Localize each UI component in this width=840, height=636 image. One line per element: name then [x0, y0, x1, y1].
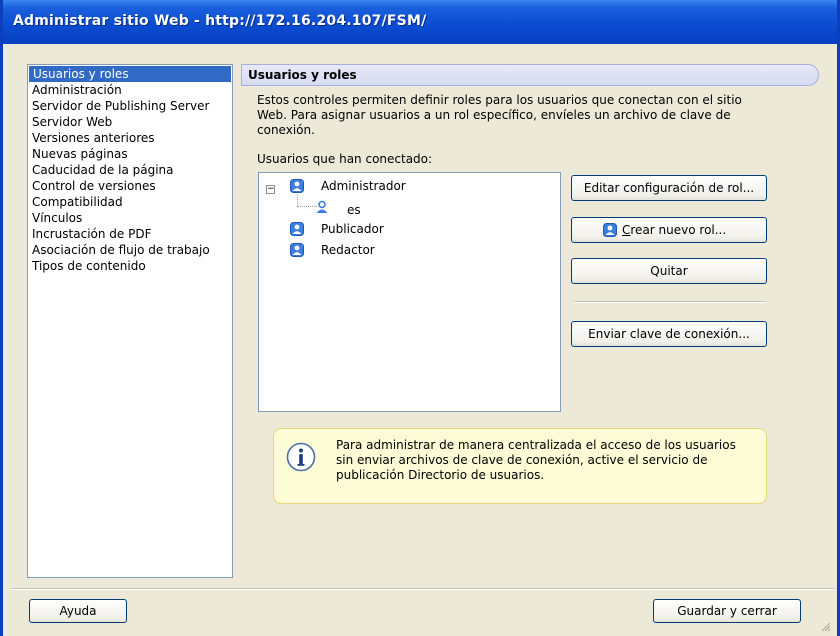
- nav-item-nuevas-paginas[interactable]: Nuevas páginas: [28, 146, 232, 162]
- create-role-label: rear nuevo rol...: [630, 223, 727, 237]
- nav-item-vinculos[interactable]: Vínculos: [28, 210, 232, 226]
- edit-role-button[interactable]: Editar configuración de rol...: [571, 175, 767, 201]
- nav-item-administracion[interactable]: Administración: [28, 82, 232, 98]
- info-text: Para administrar de manera centralizada …: [336, 438, 736, 482]
- tree-label-es: es: [347, 203, 361, 217]
- role-icon: [290, 243, 304, 257]
- section-header: Usuarios y roles: [241, 64, 819, 86]
- save-close-button[interactable]: Guardar y cerrar: [653, 599, 801, 623]
- dialog-window: Administrar sitio Web - http://172.16.20…: [0, 0, 840, 636]
- title-bar[interactable]: Administrar sitio Web - http://172.16.20…: [3, 0, 837, 44]
- tree-label-publicador: Publicador: [321, 222, 384, 236]
- window-title: Administrar sitio Web - http://172.16.20…: [13, 13, 427, 29]
- nav-item-servidor-web[interactable]: Servidor Web: [28, 114, 232, 130]
- role-icon: [290, 222, 304, 236]
- collapse-icon[interactable]: −: [266, 185, 275, 194]
- role-icon: [603, 223, 617, 237]
- nav-item-caducidad[interactable]: Caducidad de la página: [28, 162, 232, 178]
- nav-item-incrustacion-pdf[interactable]: Incrustación de PDF: [28, 226, 232, 242]
- tree-node-es[interactable]: es: [259, 199, 559, 217]
- nav-item-usuarios-y-roles[interactable]: Usuarios y roles: [29, 66, 231, 82]
- nav-item-tipos-contenido[interactable]: Tipos de contenido: [28, 258, 232, 274]
- nav-item-control-versiones[interactable]: Control de versiones: [28, 178, 232, 194]
- nav-item-compatibilidad[interactable]: Compatibilidad: [28, 194, 232, 210]
- nav-item-versiones-anteriores[interactable]: Versiones anteriores: [28, 130, 232, 146]
- settings-nav-list[interactable]: Usuarios y roles Administración Servidor…: [27, 64, 233, 578]
- section-title: Usuarios y roles: [248, 68, 357, 82]
- tree-node-administrador[interactable]: − Administrador: [259, 177, 559, 195]
- user-icon: [316, 200, 328, 213]
- create-role-button[interactable]: Crear nuevo rol...: [571, 217, 767, 243]
- tree-node-publicador[interactable]: Publicador: [259, 220, 559, 238]
- footer-separator: [11, 588, 835, 590]
- section-description: Estos controles permiten definir roles p…: [257, 93, 742, 137]
- resize-grip-icon[interactable]: [819, 620, 831, 632]
- connected-users-label: Usuarios que han conectado:: [257, 152, 433, 166]
- help-button[interactable]: Ayuda: [29, 599, 127, 623]
- nav-item-flujo-trabajo[interactable]: Asociación de flujo de trabajo: [28, 242, 232, 258]
- remove-button[interactable]: Quitar: [571, 258, 767, 284]
- role-icon: [290, 179, 304, 193]
- info-box: Para administrar de manera centralizada …: [273, 428, 767, 504]
- tree-label-administrador: Administrador: [321, 179, 406, 193]
- tree-label-redactor: Redactor: [321, 243, 375, 257]
- nav-item-servidor-publishing[interactable]: Servidor de Publishing Server: [28, 98, 232, 114]
- send-key-button[interactable]: Enviar clave de conexión...: [571, 321, 767, 347]
- users-tree[interactable]: − Administrador es Publicador Redactor: [258, 172, 561, 412]
- buttons-separator: [574, 301, 766, 303]
- info-icon: [286, 442, 316, 472]
- tree-node-redactor[interactable]: Redactor: [259, 241, 559, 259]
